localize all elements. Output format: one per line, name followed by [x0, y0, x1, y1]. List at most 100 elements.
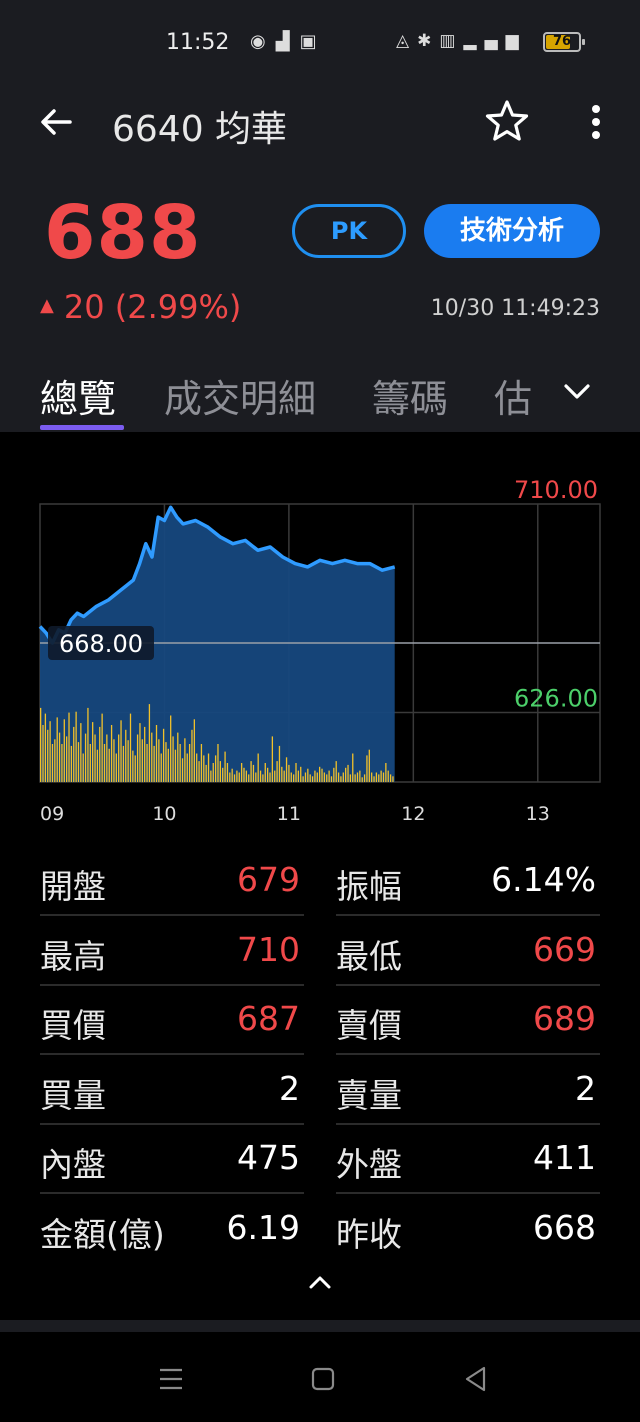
intraday-chart[interactable]: 710.00 626.00 668.00 09 10 11 12 13 — [0, 432, 640, 832]
stat-value: 710 — [237, 929, 300, 969]
active-tab-indicator — [40, 425, 124, 430]
status-right-icons: ◬✱▥▂▄▆ — [396, 31, 527, 51]
tab-overview[interactable]: 總覽 — [40, 368, 116, 423]
chevron-up-icon[interactable] — [306, 1268, 334, 1296]
stat-value: 6.14% — [491, 860, 596, 899]
volume-bar — [134, 755, 136, 782]
volume-bar — [205, 764, 207, 782]
volume-bar — [363, 774, 366, 782]
volume-bar — [198, 761, 200, 782]
volume-bar — [63, 719, 65, 782]
volume-bar — [200, 744, 203, 782]
volume-bar — [207, 753, 210, 782]
volume-bar — [153, 745, 155, 782]
stat-row: 最低 669 — [336, 918, 600, 986]
volume-bar — [87, 707, 89, 782]
stat-value: 411 — [533, 1138, 596, 1177]
volume-bar — [155, 725, 158, 782]
pk-button[interactable]: PK — [292, 204, 406, 258]
volume-bar — [359, 770, 361, 782]
volume-bar — [186, 753, 188, 782]
volume-bar — [274, 770, 276, 782]
status-bar: 11:52 ◉▟▣ ◬✱▥▂▄▆ 76 — [0, 20, 640, 66]
chevron-down-icon[interactable] — [562, 376, 592, 406]
tab-trade-details[interactable]: 成交明細 — [164, 368, 316, 423]
stat-row: 賣價 689 — [336, 987, 600, 1055]
volume-bar — [354, 774, 356, 782]
volume-bar — [80, 723, 82, 782]
volume-bar — [113, 739, 115, 783]
recent-apps-icon[interactable] — [158, 1366, 184, 1392]
stat-value: 2 — [279, 1068, 300, 1108]
messenger-icon: ◉ — [250, 31, 276, 52]
tab-valuation[interactable]: 估 — [494, 368, 532, 423]
volume-bar — [101, 713, 103, 782]
volume-bar — [148, 704, 151, 782]
battery-icon: 76 — [543, 32, 585, 52]
volume-bar — [385, 763, 387, 782]
volume-bar — [288, 764, 290, 782]
stat-label: 最高 — [40, 936, 106, 976]
arrow-left-icon[interactable] — [36, 102, 76, 142]
stat-row: 買價 687 — [40, 987, 304, 1055]
x-tick-label: 11 — [277, 803, 301, 825]
mute-icon: ◬ — [396, 31, 418, 51]
technical-analysis-button[interactable]: 技術分析 — [424, 204, 600, 258]
back-icon[interactable] — [462, 1365, 490, 1393]
y-label-low: 626.00 — [514, 685, 598, 713]
price-change-value: 20 (2.99%) — [63, 288, 242, 326]
star-outline-icon[interactable] — [484, 98, 530, 144]
volume-bar — [184, 738, 186, 782]
volume-bar — [257, 753, 259, 782]
volume-bar — [125, 729, 127, 783]
stat-label: 金額(億) — [40, 1214, 165, 1254]
volume-bar — [106, 734, 108, 782]
y-label-high: 710.00 — [514, 476, 598, 504]
triangle-up-icon: ▲ — [40, 294, 54, 316]
stat-value: 679 — [237, 860, 300, 899]
volume-bar — [120, 720, 122, 783]
tab-bar: 總覽 成交明細 籌碼 估 — [0, 360, 640, 432]
volume-bar — [141, 739, 143, 783]
volume-bar — [144, 726, 146, 782]
volume-bar — [281, 766, 283, 782]
volume-bar — [240, 763, 243, 782]
more-vertical-icon[interactable] — [584, 102, 608, 142]
volume-bar — [115, 753, 117, 782]
volume-bar — [380, 770, 382, 782]
volume-bar — [170, 715, 172, 782]
volume-bar — [368, 749, 370, 782]
home-icon[interactable] — [310, 1366, 336, 1392]
volume-bar — [210, 770, 212, 782]
volume-bar — [162, 728, 165, 782]
volume-bar — [129, 713, 132, 782]
volume-bar — [328, 770, 330, 782]
volume-bar — [179, 744, 181, 782]
volume-bar — [371, 772, 373, 782]
battery-level: 76 — [552, 34, 572, 49]
volume-bar — [337, 772, 340, 782]
stat-row: 外盤 411 — [336, 1126, 600, 1194]
volume-bar — [319, 766, 321, 782]
volume-bar — [61, 744, 63, 782]
stat-row: 振幅 6.14% — [336, 848, 600, 916]
volume-bar — [326, 774, 328, 782]
volume-bar — [82, 753, 84, 782]
volume-bar — [110, 725, 113, 782]
volume-bar — [283, 770, 285, 782]
volume-bar — [266, 767, 269, 783]
tab-chips[interactable]: 籌碼 — [372, 368, 448, 423]
stat-label: 開盤 — [40, 867, 106, 906]
volume-bar — [70, 745, 73, 782]
volume-bar — [219, 761, 221, 782]
x-tick-label: 13 — [526, 803, 550, 825]
volume-bar — [172, 736, 174, 782]
volume-bar — [73, 726, 75, 782]
volume-bar — [278, 745, 281, 782]
volume-bar — [252, 764, 255, 782]
status-left-icons: ◉▟▣ — [250, 31, 327, 52]
stat-value: 668 — [533, 1207, 596, 1247]
volume-bar — [352, 753, 354, 782]
volume-bar — [297, 770, 300, 782]
battery-tip — [582, 39, 585, 45]
